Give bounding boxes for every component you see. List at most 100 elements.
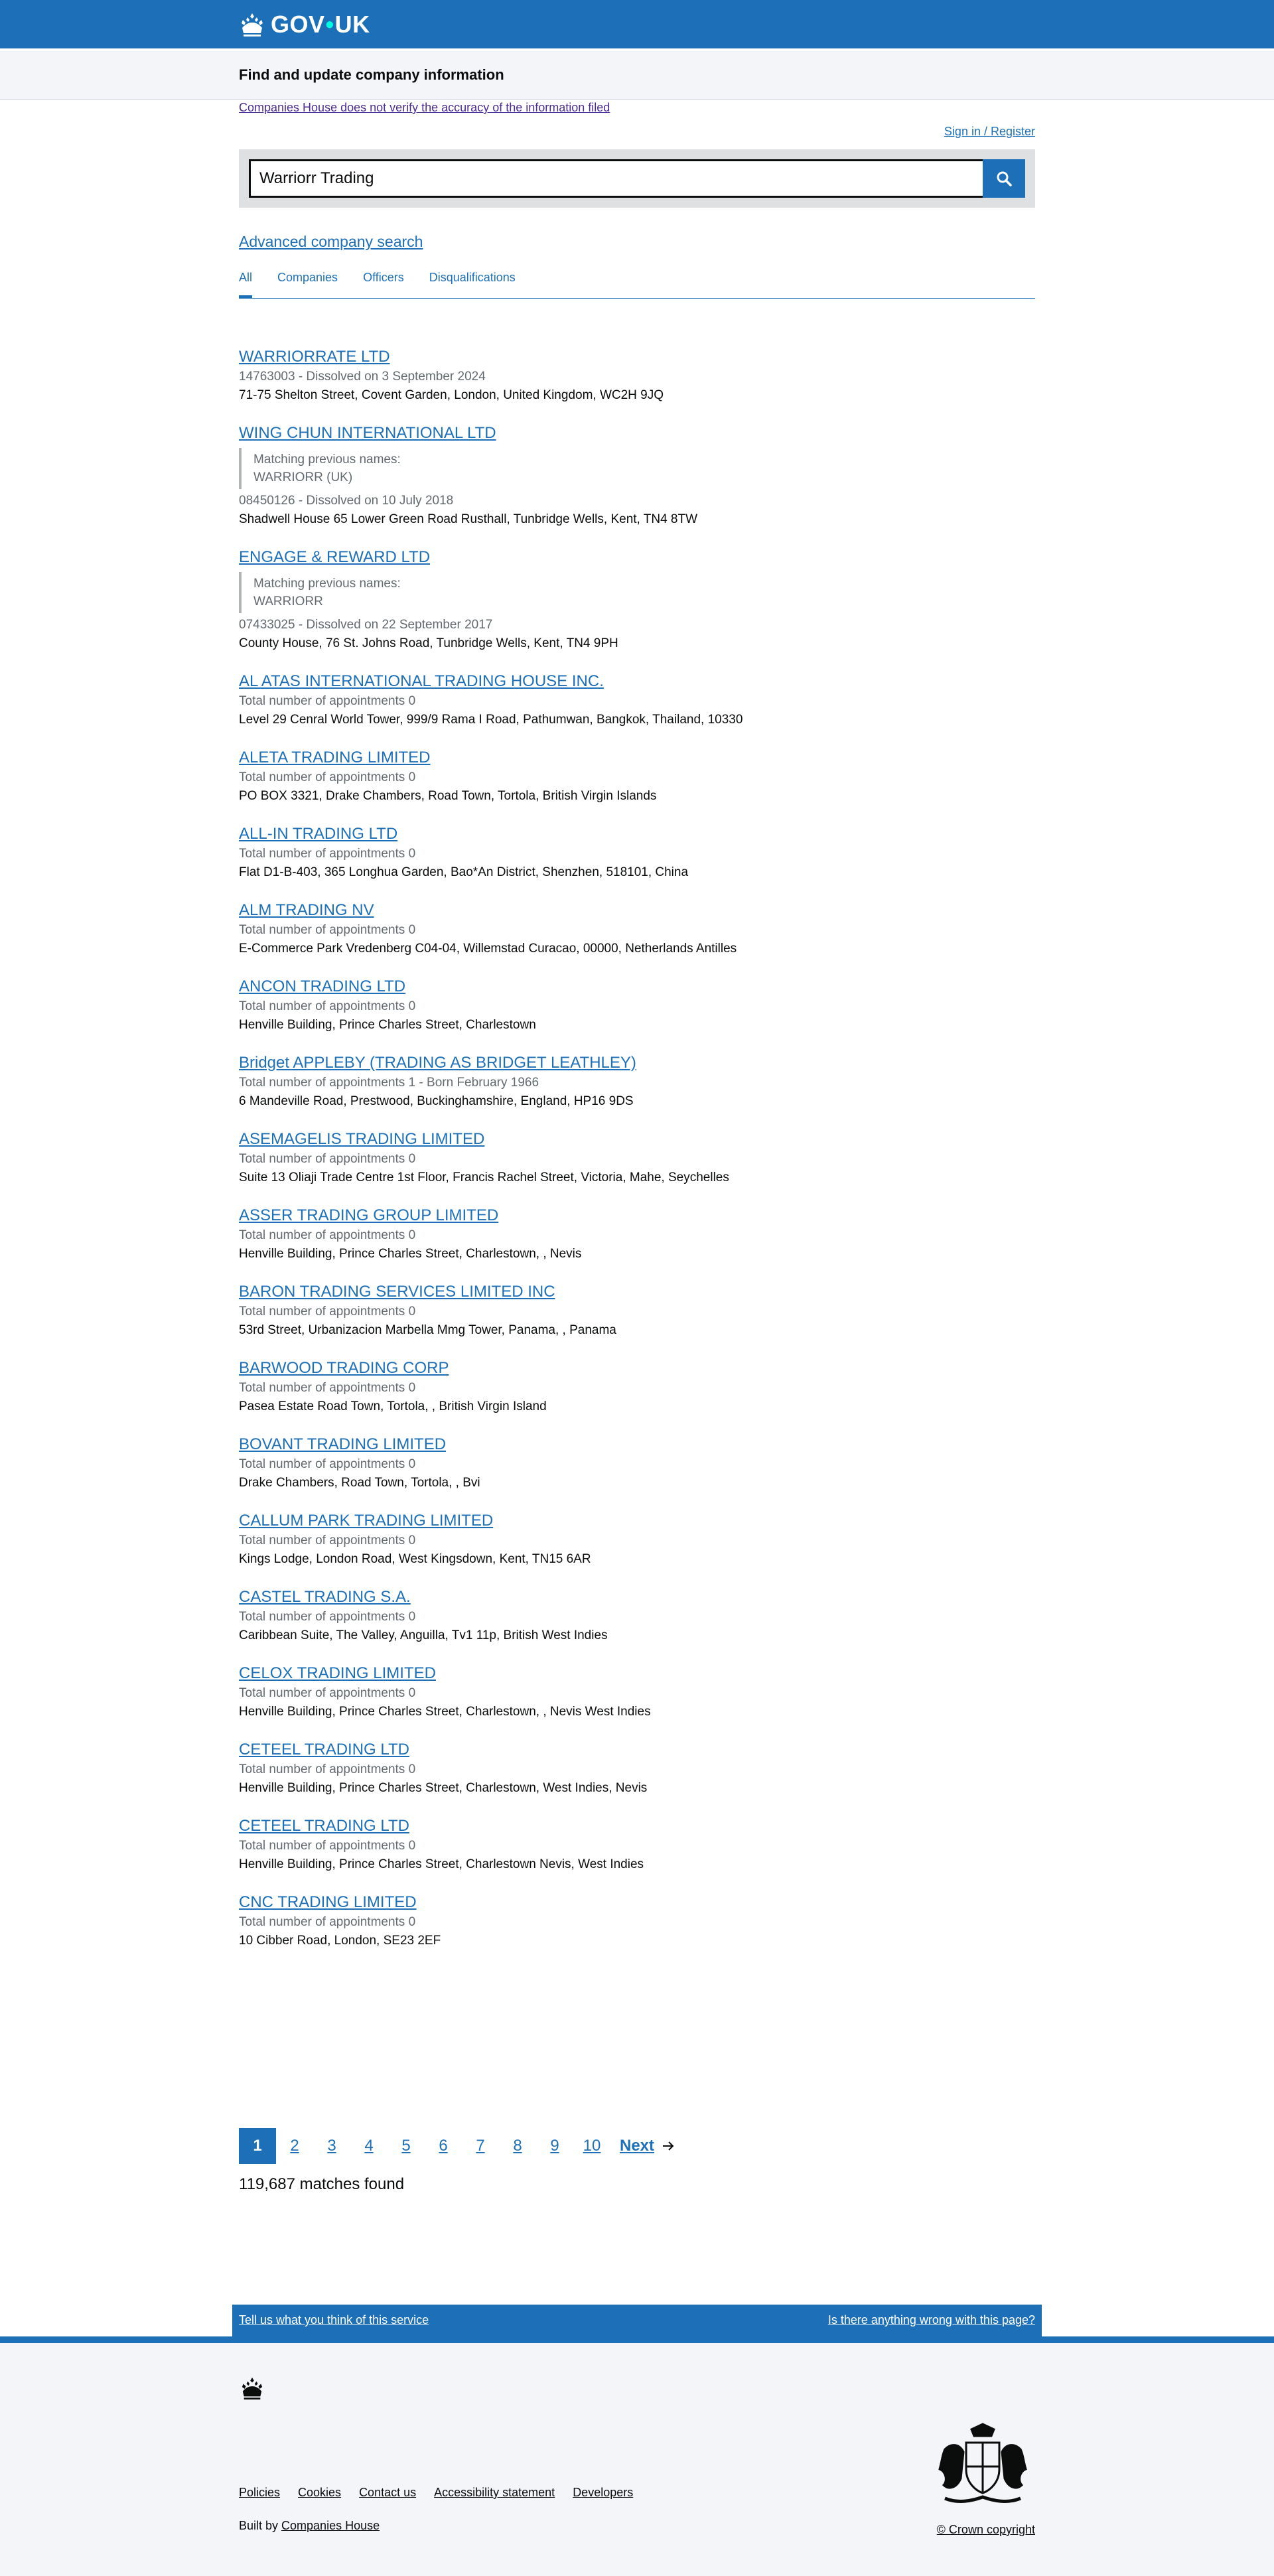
result-address: Kings Lodge, London Road, West Kingsdown…	[239, 1552, 591, 1566]
page-link[interactable]: 4	[350, 2128, 388, 2164]
result-meta: Total number of appointments 0	[239, 1686, 416, 1700]
result-meta: Total number of appointments 0	[239, 1305, 416, 1319]
crown-icon	[242, 13, 263, 36]
govuk-logo[interactable]: GOV • UK	[239, 11, 370, 38]
list-item: ASEMAGELIS TRADING LIMITED Total number …	[239, 1129, 969, 1186]
companies-house-link[interactable]: Companies House	[281, 2519, 380, 2532]
list-item: CETEEL TRADING LTD Total number of appoi…	[239, 1739, 969, 1797]
page-link[interactable]: 9	[536, 2128, 573, 2164]
report-problem-link[interactable]: Is there anything wrong with this page?	[828, 2313, 1035, 2327]
service-navigation: Find and update company information	[0, 51, 1274, 100]
page-link-current[interactable]: 1	[239, 2128, 276, 2164]
search-container	[239, 149, 1035, 208]
result-title-link[interactable]: ASSER TRADING GROUP LIMITED	[239, 1205, 498, 1226]
result-title-link[interactable]: CALLUM PARK TRADING LIMITED	[239, 1510, 493, 1532]
crown-copyright-link[interactable]: © Crown copyright	[937, 2523, 1035, 2537]
result-address: Henville Building, Prince Charles Street…	[239, 1781, 648, 1795]
next-page-link[interactable]: Next	[620, 2137, 674, 2155]
list-item: Bridget APPLEBY (TRADING AS BRIDGET LEAT…	[239, 1052, 969, 1110]
result-address: Henville Building, Prince Charles Street…	[239, 1705, 651, 1719]
result-address: 71-75 Shelton Street, Covent Garden, Lon…	[239, 388, 664, 402]
footer-top-border	[0, 2336, 1274, 2343]
list-item: BARWOOD TRADING CORP Total number of app…	[239, 1358, 969, 1415]
result-address: Henville Building, Prince Charles Street…	[239, 1247, 582, 1261]
accuracy-notice-link[interactable]: Companies House does not verify the accu…	[239, 101, 610, 115]
footer-link-policies[interactable]: Policies	[239, 2486, 280, 2500]
service-name[interactable]: Find and update company information	[239, 66, 504, 84]
logo-text-uk: UK	[334, 11, 370, 38]
result-meta: Total number of appointments 0	[239, 999, 416, 1013]
pagination: 1 2 3 4 5 6 7 8 9 10 Next	[239, 2128, 674, 2164]
list-item: ALM TRADING NV Total number of appointme…	[239, 900, 969, 958]
result-title-link[interactable]: CELOX TRADING LIMITED	[239, 1663, 436, 1684]
tab-officers[interactable]: Officers	[363, 264, 416, 299]
result-title-link[interactable]: ANCON TRADING LTD	[239, 976, 405, 997]
result-title-link[interactable]: BOVANT TRADING LIMITED	[239, 1434, 446, 1455]
feedback-link[interactable]: Tell us what you think of this service	[239, 2313, 429, 2327]
result-title-link[interactable]: ALETA TRADING LIMITED	[239, 747, 431, 768]
result-meta: Total number of appointments 1 - Born Fe…	[239, 1076, 539, 1090]
result-address: Drake Chambers, Road Town, Tortola, , Bv…	[239, 1476, 480, 1490]
result-address: Henville Building, Prince Charles Street…	[239, 1018, 536, 1032]
result-title-link[interactable]: CETEEL TRADING LTD	[239, 1816, 409, 1837]
list-item: ALETA TRADING LIMITED Total number of ap…	[239, 747, 969, 805]
match-count: 119,687 matches found	[239, 2175, 405, 2193]
result-title-link[interactable]: CNC TRADING LIMITED	[239, 1892, 417, 1913]
result-meta: Total number of appointments 0	[239, 1610, 416, 1624]
result-meta: Total number of appointments 0	[239, 694, 416, 708]
result-title-link[interactable]: CASTEL TRADING S.A.	[239, 1587, 411, 1608]
result-address: Shadwell House 65 Lower Green Road Rusth…	[239, 512, 698, 526]
result-meta: 14763003 - Dissolved on 3 September 2024	[239, 370, 486, 384]
result-title-link[interactable]: AL ATAS INTERNATIONAL TRADING HOUSE INC.	[239, 671, 604, 692]
search-button[interactable]	[983, 159, 1025, 198]
result-title-link[interactable]: WARRIORRATE LTD	[239, 346, 390, 368]
footer-link-developers[interactable]: Developers	[573, 2486, 633, 2500]
result-title-link[interactable]: Bridget APPLEBY (TRADING AS BRIDGET LEAT…	[239, 1052, 636, 1074]
result-address: 53rd Street, Urbanizacion Marbella Mmg T…	[239, 1323, 616, 1337]
search-input[interactable]	[249, 159, 983, 198]
page-link[interactable]: 2	[276, 2128, 313, 2164]
list-item: CNC TRADING LIMITED Total number of appo…	[239, 1892, 969, 1950]
result-meta: Total number of appointments 0	[239, 1915, 416, 1929]
result-meta: Total number of appointments 0	[239, 1152, 416, 1166]
result-title-link[interactable]: ASEMAGELIS TRADING LIMITED	[239, 1129, 484, 1150]
page-link[interactable]: 10	[573, 2128, 610, 2164]
result-title-link[interactable]: BARON TRADING SERVICES LIMITED INC	[239, 1281, 555, 1303]
result-address: Henville Building, Prince Charles Street…	[239, 1857, 644, 1871]
arrow-right-icon	[663, 2141, 674, 2151]
page-link[interactable]: 8	[499, 2128, 536, 2164]
footer-link-contact[interactable]: Contact us	[359, 2486, 416, 2500]
result-title-link[interactable]: WING CHUN INTERNATIONAL LTD	[239, 423, 496, 444]
list-item: CETEEL TRADING LTD Total number of appoi…	[239, 1816, 969, 1873]
list-item: WARRIORRATE LTD 14763003 - Dissolved on …	[239, 346, 969, 404]
result-title-link[interactable]: ALL-IN TRADING LTD	[239, 823, 397, 845]
result-meta: 07433025 - Dissolved on 22 September 201…	[239, 618, 493, 632]
page-link[interactable]: 5	[388, 2128, 425, 2164]
previous-names-block: Matching previous names: WARRIORR (UK)	[239, 448, 969, 489]
result-title-link[interactable]: ALM TRADING NV	[239, 900, 374, 921]
page-link[interactable]: 3	[313, 2128, 350, 2164]
result-meta: Total number of appointments 0	[239, 847, 416, 861]
result-title-link[interactable]: BARWOOD TRADING CORP	[239, 1358, 449, 1379]
next-page-label: Next	[620, 2137, 655, 2155]
page-link[interactable]: 6	[425, 2128, 462, 2164]
page-link[interactable]: 7	[462, 2128, 499, 2164]
tab-all[interactable]: All	[239, 264, 253, 299]
result-address: Flat D1-B-403, 365 Longhua Garden, Bao*A…	[239, 865, 689, 879]
previous-name: WARRIORR (UK)	[253, 470, 353, 484]
advanced-search-link[interactable]: Advanced company search	[239, 233, 423, 251]
result-meta: Total number of appointments 0	[239, 1839, 416, 1853]
footer-link-cookies[interactable]: Cookies	[298, 2486, 341, 2500]
list-item: AL ATAS INTERNATIONAL TRADING HOUSE INC.…	[239, 671, 969, 729]
list-item: CALLUM PARK TRADING LIMITED Total number…	[239, 1510, 969, 1568]
tab-disqualifications[interactable]: Disqualifications	[429, 264, 528, 299]
footer: Policies Cookies Contact us Accessibilit…	[0, 2343, 1274, 2576]
sign-in-link[interactable]: Sign in / Register	[944, 125, 1035, 139]
footer-link-accessibility[interactable]: Accessibility statement	[434, 2486, 555, 2500]
previous-names-label: Matching previous names:	[253, 453, 401, 466]
list-item: BARON TRADING SERVICES LIMITED INC Total…	[239, 1281, 969, 1339]
tab-companies[interactable]: Companies	[277, 264, 350, 299]
result-title-link[interactable]: ENGAGE & REWARD LTD	[239, 547, 430, 568]
result-title-link[interactable]: CETEEL TRADING LTD	[239, 1739, 409, 1760]
result-meta: Total number of appointments 0	[239, 770, 416, 784]
